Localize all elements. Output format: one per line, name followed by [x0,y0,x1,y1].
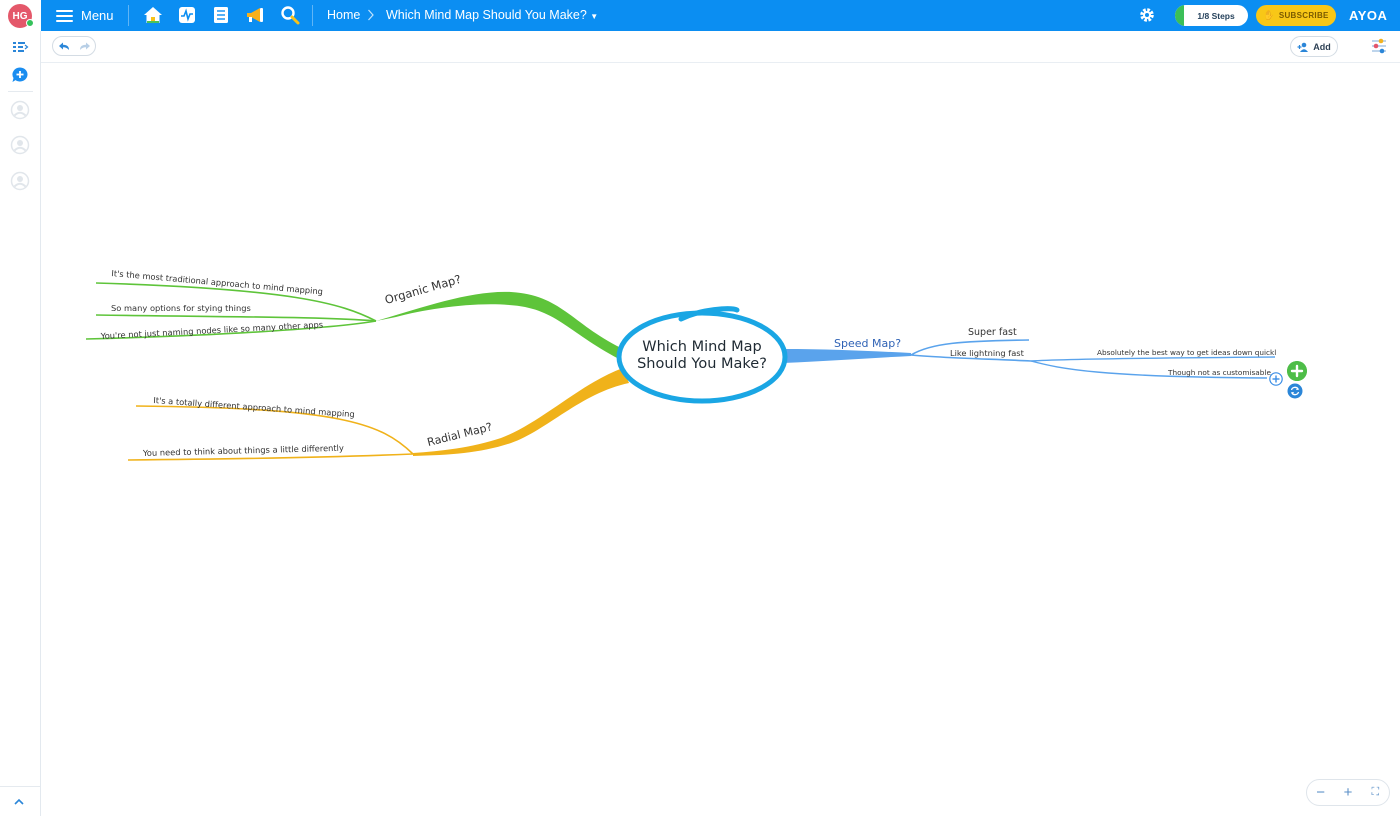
top-bar: HG Menu Home Which Mind Map Should You M… [0,0,1400,31]
divider [0,786,40,787]
add-chat-icon[interactable] [10,65,30,85]
left-rail [0,31,41,816]
subscribe-button[interactable]: ✋ SUBSCRIBE [1256,5,1336,26]
megaphone-icon[interactable] [245,5,265,25]
avatar-area: HG [0,0,41,31]
central-node-line-1: Which Mind Map [642,339,762,355]
steps-progress-button[interactable]: 1/8 Steps [1175,5,1248,26]
add-collaborator-button[interactable]: Add [1290,36,1338,57]
subscribe-label: SUBSCRIBE [1278,11,1329,20]
branch-label-speed[interactable]: Speed Map? [834,337,901,350]
chevron-right-icon [368,9,374,21]
add-user-icon [1297,42,1309,52]
user-placeholder-icon[interactable] [10,100,30,120]
chevron-down-icon: ▼ [590,12,599,21]
central-node-line-2: Should You Make? [637,356,767,372]
divider [128,5,129,26]
zoom-controls: − + ⛶ [1306,779,1390,806]
chevron-up-icon[interactable] [10,794,28,810]
fit-to-screen-button[interactable]: ⛶ [1365,783,1385,803]
add-node-small-icon[interactable] [1269,372,1283,386]
sync-icon[interactable] [1287,383,1303,399]
user-placeholder-icon[interactable] [10,171,30,191]
activity-icon[interactable] [177,5,197,25]
list-view-icon[interactable] [10,37,30,57]
organic-child-line-2 [95,314,377,322]
brand-logo: AYOA [1349,8,1388,23]
node-label[interactable]: Like lightning fast [950,348,1024,358]
menu-label: Menu [81,8,114,23]
node-label[interactable]: So many options for stying things [111,303,251,313]
zoom-out-button[interactable]: − [1311,783,1331,803]
hand-icon: ✋ [1263,10,1275,20]
notebook-icon[interactable] [211,5,231,25]
undo-button[interactable] [56,39,72,53]
speed-grandchild-line-1 [1030,356,1276,362]
add-child-node-icon[interactable] [1287,361,1307,381]
online-status-dot [26,19,34,27]
steps-progress-fill [1175,5,1185,26]
branch-speed-line [783,349,911,363]
undo-icon [58,42,69,50]
breadcrumb-current[interactable]: Which Mind Map Should You Make? ▼ [386,8,598,22]
node-label[interactable]: Super fast [968,327,1017,338]
mind-map-canvas[interactable]: Which Mind Map Should You Make? Organic … [41,63,1400,816]
redo-button[interactable] [77,39,93,53]
mind-map-connections [85,282,1276,461]
zoom-in-button[interactable]: + [1338,783,1358,803]
node-label[interactable]: Though not as customisable [1168,368,1271,377]
search-icon[interactable] [280,5,300,25]
menu-button[interactable]: Menu [56,6,114,25]
redo-icon [79,42,90,50]
user-placeholder-icon[interactable] [10,135,30,155]
divider [8,91,33,92]
central-node[interactable]: Which Mind Map Should You Make? [615,339,789,373]
map-toolbar: Add [41,31,1400,63]
node-label[interactable]: Absolutely the best way to get ideas dow… [1097,348,1276,357]
breadcrumb-current-label: Which Mind Map Should You Make? [386,8,587,22]
add-label: Add [1313,41,1331,52]
divider [312,5,313,26]
breadcrumb-home[interactable]: Home [327,8,360,22]
sliders-icon[interactable] [1369,36,1389,56]
gear-icon[interactable] [1137,5,1157,25]
home-icon[interactable] [143,5,163,25]
undo-redo-group [52,36,96,56]
steps-label: 1/8 Steps [1197,10,1235,21]
branch-organic-line [376,291,621,359]
hamburger-icon [56,9,73,22]
